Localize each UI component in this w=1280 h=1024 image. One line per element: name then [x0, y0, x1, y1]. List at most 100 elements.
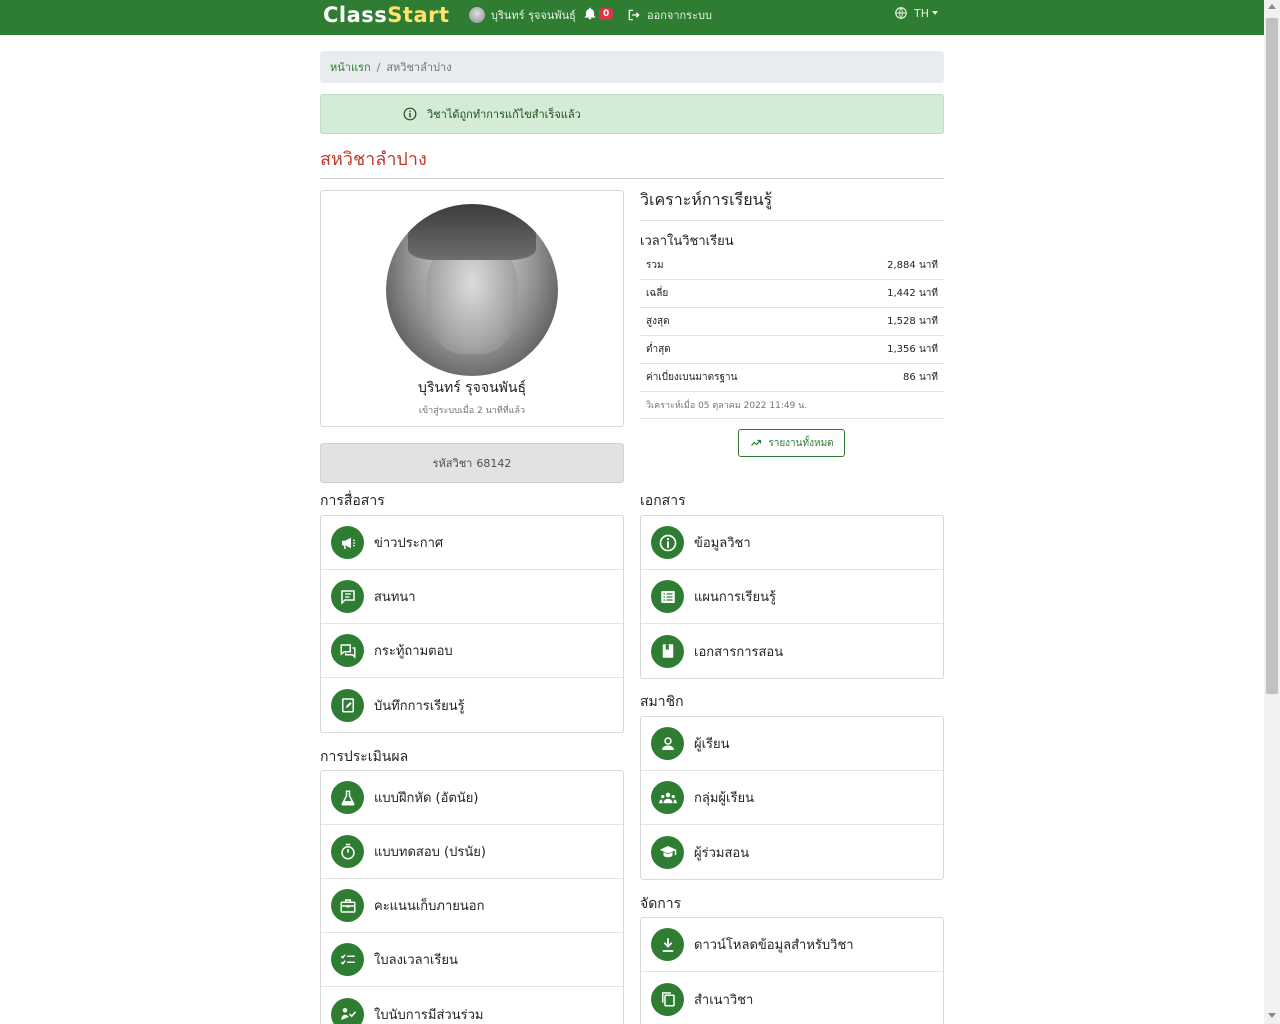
brand-text-class: Class — [323, 3, 388, 27]
menu-item-attendance[interactable]: ใบลงเวลาเรียน — [321, 933, 623, 987]
course-code-value: 68142 — [476, 456, 512, 470]
copy-icon — [651, 982, 684, 1016]
menu-item-label: คะแนนเก็บภายนอก — [374, 899, 485, 914]
menu-item-journal[interactable]: บันทึกการเรียนรู้ — [321, 678, 623, 732]
menu-item-quiz[interactable]: แบบทดสอบ (ปรนัย) — [321, 825, 623, 879]
megaphone-icon — [331, 526, 364, 559]
analytics-divider — [640, 220, 944, 221]
menu-item-label: กระทู้ถามตอบ — [374, 644, 453, 659]
analyzed-timestamp: วิเคราะห์เมื่อ 05 ตุลาคม 2022 11:49 น. — [640, 391, 944, 419]
stat-label: ต่ำสุด — [646, 344, 671, 355]
menu-item-label: แผนการเรียนรู้ — [694, 590, 776, 605]
documents-menu: ข้อมูลวิชา แผนการเรียนรู้ เอกสารการสอน — [640, 515, 944, 679]
language-dropdown[interactable]: TH — [894, 6, 938, 20]
breadcrumb-current: สหวิชาลำปาง — [386, 61, 452, 74]
globe-icon — [895, 7, 907, 19]
section-title-assessment: การประเมินผล — [320, 749, 409, 765]
nav-user-name: บุรินทร์ รุจจนพันธุ์ — [491, 9, 576, 22]
assessment-menu: แบบฝึกหัด (อัตนัย) แบบทดสอบ (ปรนัย) คะแน… — [320, 770, 624, 1024]
info-icon — [403, 107, 417, 121]
logout-link[interactable]: ออกจากระบบ — [627, 6, 712, 24]
analytics-subtitle: เวลาในวิชาเรียน — [640, 234, 734, 249]
notification-count-badge: 0 — [599, 7, 614, 20]
menu-item-co-teachers[interactable]: ผู้ร่วมสอน — [641, 825, 943, 879]
menu-item-label: ใบนับการมีส่วนร่วม — [374, 1007, 484, 1023]
group-icon — [651, 781, 684, 814]
menu-item-exercise[interactable]: แบบฝึกหัด (อัตนัย) — [321, 771, 623, 825]
profile-photo — [386, 204, 558, 376]
stat-row-total: รวม 2,884 นาที — [640, 252, 944, 280]
chat-icon — [331, 580, 364, 613]
menu-item-label: สนทนา — [374, 590, 416, 605]
menu-item-label: กลุ่มผู้เรียน — [694, 791, 754, 806]
stat-value: 1,442 นาที — [887, 288, 938, 299]
menu-item-label: ดาวน์โหลดข้อมูลสำหรับวิชา — [694, 938, 854, 953]
breadcrumb-home-link[interactable]: หน้าแรก — [330, 58, 371, 76]
stat-value: 2,884 นาที — [887, 260, 938, 271]
menu-item-label: สำเนาวิชา — [694, 992, 754, 1008]
nav-user-menu[interactable]: บุรินทร์ รุจจนพันธุ์ — [469, 6, 576, 24]
timer-icon — [331, 835, 364, 868]
stat-label: เฉลี่ย — [646, 288, 669, 299]
avatar — [469, 7, 485, 23]
stat-row-average: เฉลี่ย 1,442 นาที — [640, 280, 944, 308]
profile-photo-hair — [408, 204, 536, 260]
alert-message: วิชาได้ถูกทำการแก้ไขสำเร็จแล้ว — [427, 108, 581, 121]
book-icon — [651, 634, 684, 668]
bell-icon — [584, 7, 596, 20]
briefcase-icon — [331, 889, 364, 922]
scrollbar-thumb[interactable] — [1266, 18, 1278, 694]
page-scrollbar[interactable] — [1264, 0, 1280, 1024]
stat-label: ค่าเบี่ยงเบนมาตรฐาน — [646, 372, 738, 383]
breadcrumb-separator: / — [376, 60, 381, 74]
flask-icon — [331, 781, 364, 814]
full-report-button[interactable]: รายงานทั้งหมด — [738, 429, 845, 457]
brand-text-start: Start — [387, 3, 450, 27]
participation-icon — [331, 997, 364, 1024]
success-alert: วิชาได้ถูกทำการแก้ไขสำเร็จแล้ว — [320, 94, 944, 134]
section-title-manage: จัดการ — [640, 896, 682, 912]
info-icon — [651, 526, 684, 559]
stat-value: 1,528 นาที — [887, 316, 938, 327]
stat-row-stddev: ค่าเบี่ยงเบนมาตรฐาน 86 นาที — [640, 364, 944, 392]
section-title-communication: การสื่อสาร — [320, 493, 385, 509]
stat-label: สูงสุด — [646, 316, 670, 327]
menu-item-learning-plan[interactable]: แผนการเรียนรู้ — [641, 570, 943, 624]
menu-item-label: ข่าวประกาศ — [374, 536, 444, 551]
menu-item-label: แบบทดสอบ (ปรนัย) — [374, 845, 486, 860]
chevron-down-icon — [932, 11, 938, 15]
stat-row-max: สูงสุด 1,528 นาที — [640, 308, 944, 336]
manage-menu: ดาวน์โหลดข้อมูลสำหรับวิชา สำเนาวิชา — [640, 917, 944, 1024]
profile-card: บุรินทร์ รุจจนพันธุ์ เข้าสู่ระบบเมื่อ 2 … — [320, 190, 624, 427]
menu-item-teaching-docs[interactable]: เอกสารการสอน — [641, 624, 943, 678]
menu-item-participation[interactable]: ใบนับการมีส่วนร่วม — [321, 987, 623, 1024]
menu-item-label: ข้อมูลวิชา — [694, 536, 751, 551]
menu-item-chat[interactable]: สนทนา — [321, 570, 623, 624]
menu-item-label: ผู้เรียน — [694, 737, 730, 752]
menu-item-label: บันทึกการเรียนรู้ — [374, 698, 465, 714]
profile-last-login: เข้าสู่ระบบเมื่อ 2 นาทีที่แล้ว — [418, 406, 526, 416]
title-divider — [320, 178, 944, 179]
notifications-button[interactable]: 0 — [583, 6, 614, 21]
menu-item-student-groups[interactable]: กลุ่มผู้เรียน — [641, 771, 943, 825]
scroll-down-arrow-icon[interactable] — [1268, 1013, 1276, 1018]
stat-value: 86 นาที — [903, 372, 938, 383]
stat-label: รวม — [646, 260, 664, 271]
logout-icon — [628, 9, 640, 21]
menu-item-forum[interactable]: กระทู้ถามตอบ — [321, 624, 623, 678]
logout-label: ออกจากระบบ — [647, 9, 712, 22]
brand-logo[interactable]: ClassStart — [323, 3, 450, 27]
menu-item-external-scores[interactable]: คะแนนเก็บภายนอก — [321, 879, 623, 933]
page-title: สหวิชาลำปาง — [320, 149, 427, 170]
language-label: TH — [914, 6, 929, 20]
menu-item-download-data[interactable]: ดาวน์โหลดข้อมูลสำหรับวิชา — [641, 918, 943, 972]
menu-item-students[interactable]: ผู้เรียน — [641, 717, 943, 771]
menu-item-copy-course[interactable]: สำเนาวิชา — [641, 972, 943, 1024]
scroll-up-arrow-icon[interactable] — [1268, 4, 1276, 9]
menu-item-announcements[interactable]: ข่าวประกาศ — [321, 516, 623, 570]
profile-name: บุรินทร์ รุจจนพันธุ์ — [417, 380, 526, 396]
section-title-members: สมาชิก — [640, 694, 684, 710]
stat-value: 1,356 นาที — [887, 344, 938, 355]
menu-item-course-info[interactable]: ข้อมูลวิชา — [641, 516, 943, 570]
menu-item-label: ผู้ร่วมสอน — [694, 845, 750, 861]
